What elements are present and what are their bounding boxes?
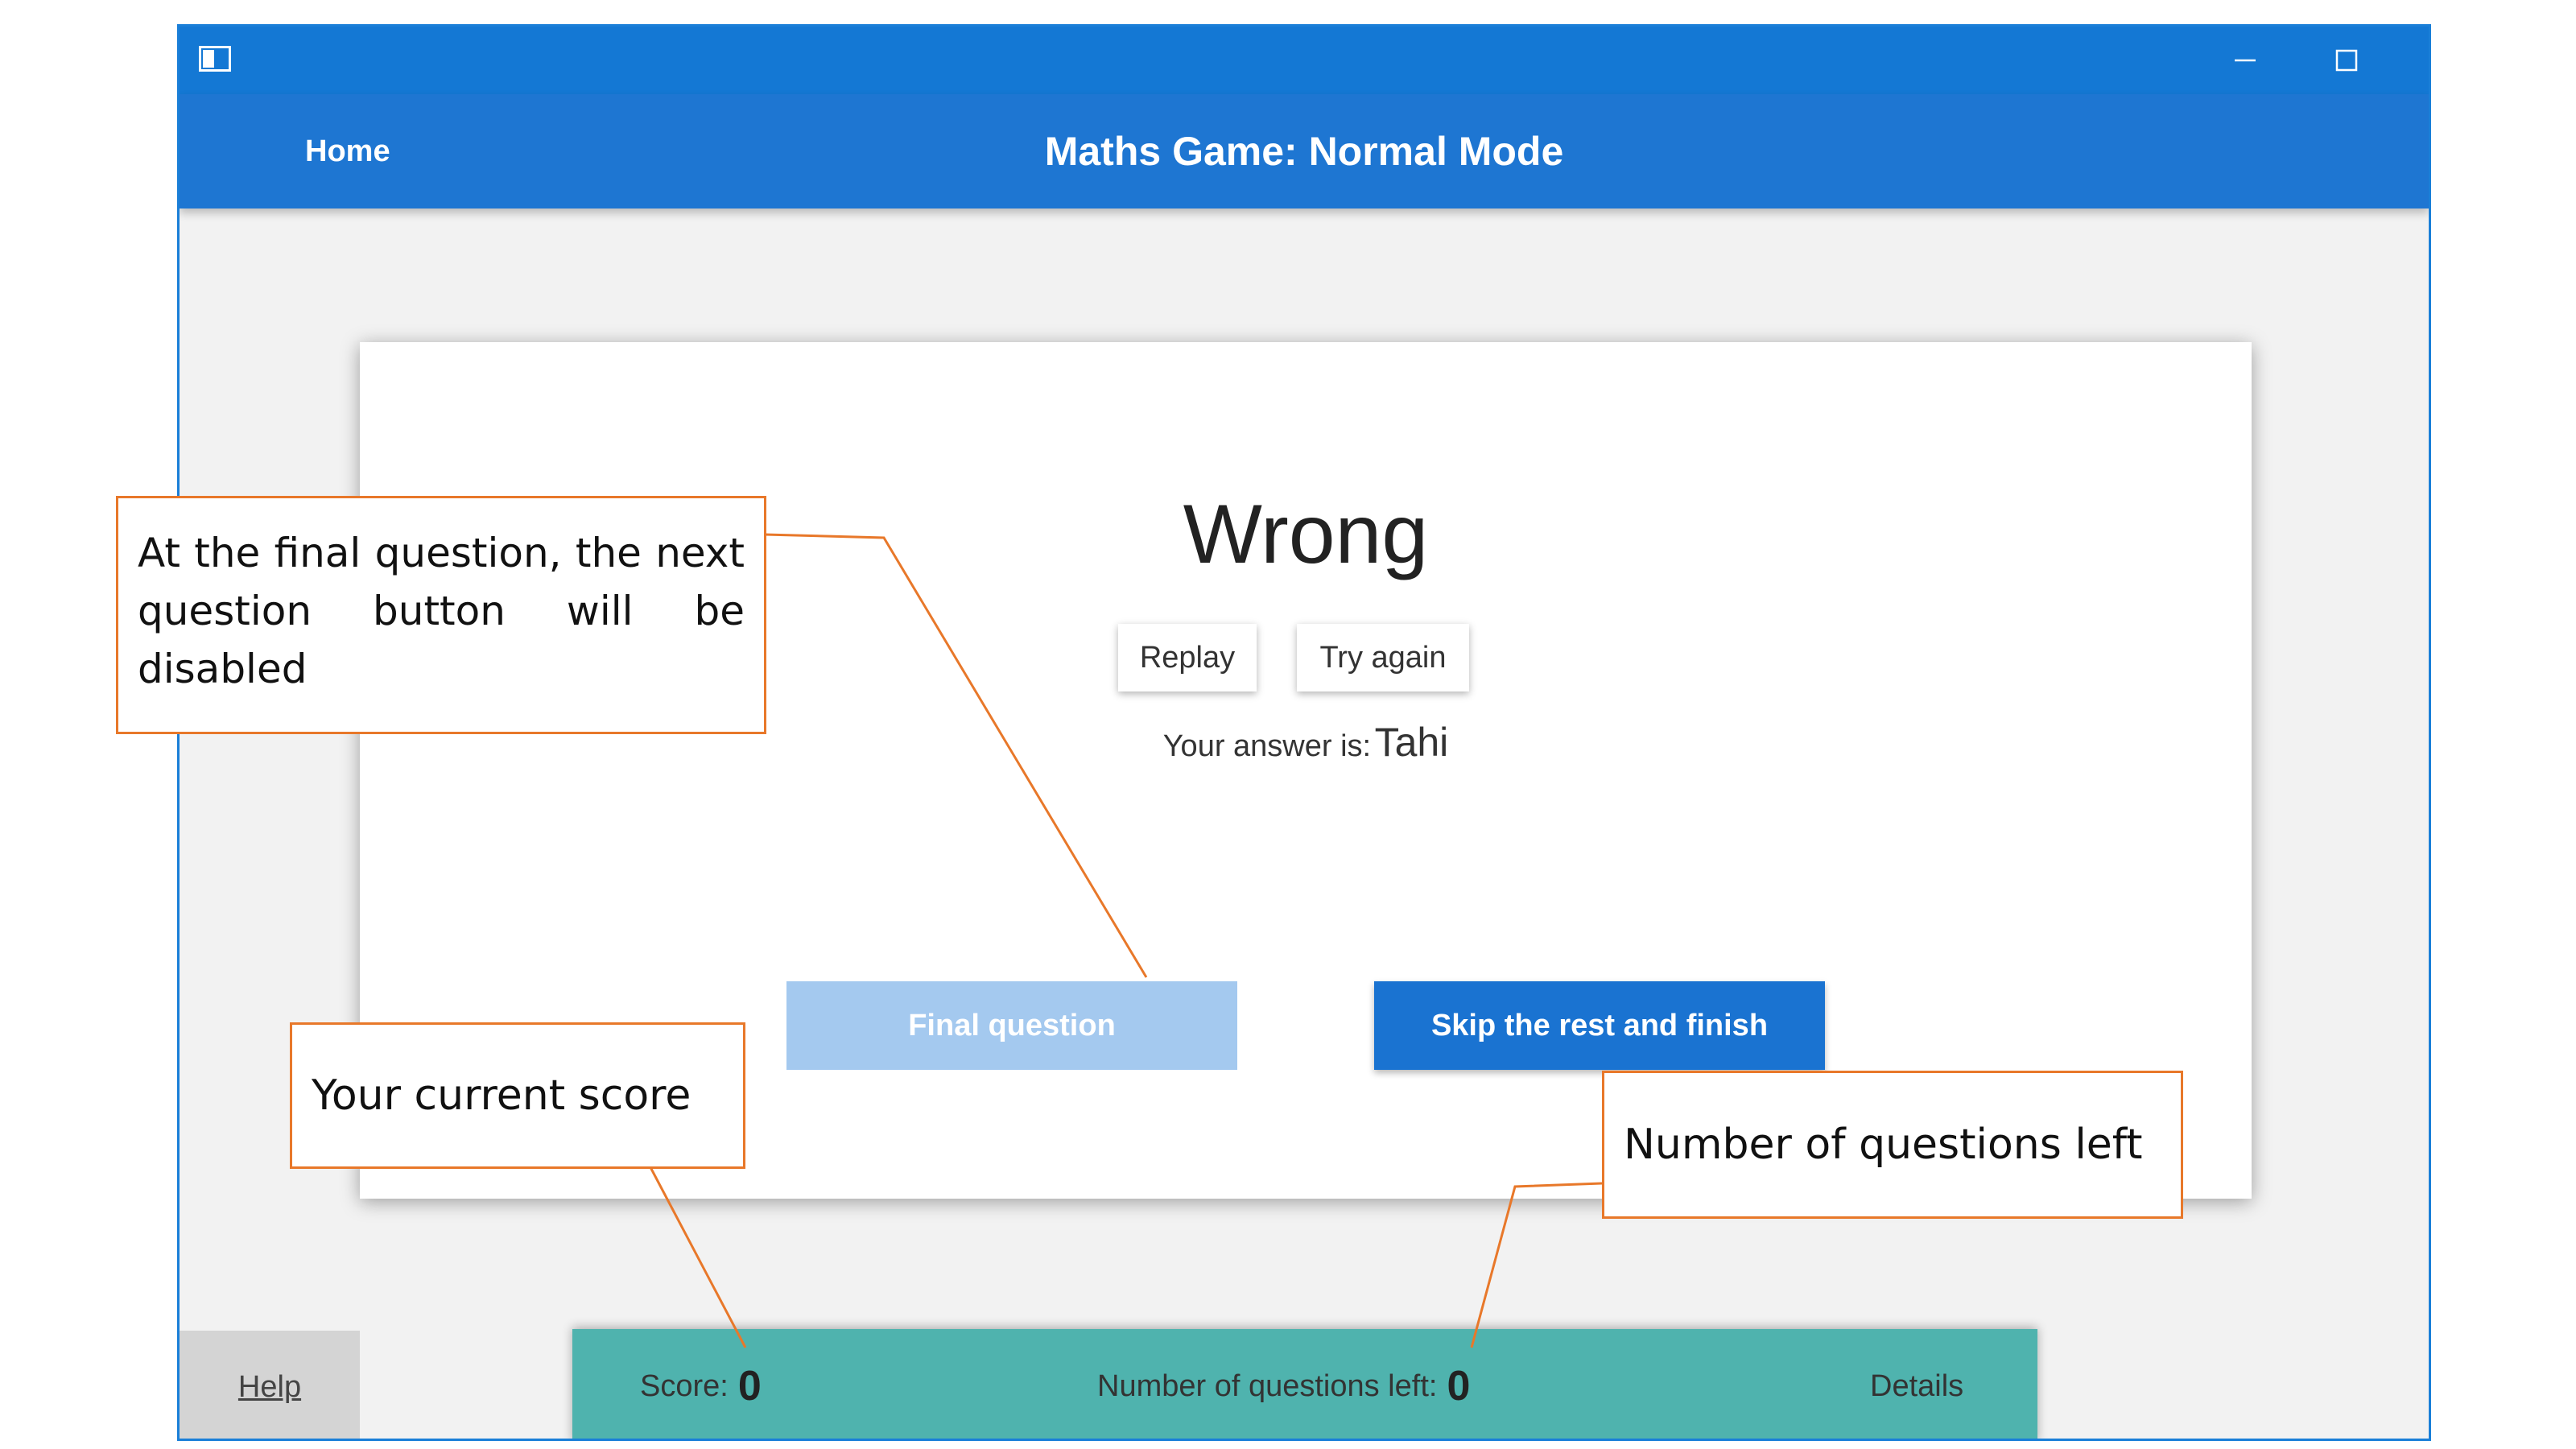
score-display: Score: 0 <box>640 1329 762 1439</box>
close-icon[interactable] <box>2398 27 2429 94</box>
help-button[interactable]: Help <box>180 1331 360 1439</box>
skip-finish-button[interactable]: Skip the rest and finish <box>1374 981 1825 1070</box>
details-button[interactable]: Details <box>1870 1329 1964 1439</box>
questions-left-label: Number of questions left: <box>1097 1368 1438 1403</box>
questions-left-display: Number of questions left: 0 <box>1097 1329 1471 1439</box>
home-nav-button[interactable]: Home <box>305 94 390 208</box>
score-label: Score: <box>640 1368 729 1403</box>
details-label: Details <box>1870 1368 1964 1403</box>
status-bar: Score: 0 Number of questions left: 0 Det… <box>572 1329 2037 1439</box>
app-header-bar: Maths Game: Normal Mode Home <box>180 94 2429 208</box>
app-icon <box>199 46 231 72</box>
callout-final-question-note: At the final question, the next question… <box>116 496 766 734</box>
page-title: Maths Game: Normal Mode <box>1044 129 1564 174</box>
score-value: 0 <box>737 1363 762 1410</box>
callout-score-note: Your current score <box>290 1022 745 1169</box>
answer-value: Tahi <box>1374 720 1449 765</box>
callout-questions-left-note: Number of questions left <box>1602 1071 2183 1219</box>
answer-label: Your answer is: <box>1162 729 1372 763</box>
questions-left-value: 0 <box>1447 1363 1471 1410</box>
minimize-icon[interactable] <box>2195 27 2295 94</box>
maximize-icon[interactable] <box>2297 27 2396 94</box>
try-again-button[interactable]: Try again <box>1297 624 1469 691</box>
window-title-bar <box>180 27 2429 94</box>
replay-button[interactable]: Replay <box>1118 624 1257 691</box>
final-question-button: Final question <box>786 981 1237 1070</box>
